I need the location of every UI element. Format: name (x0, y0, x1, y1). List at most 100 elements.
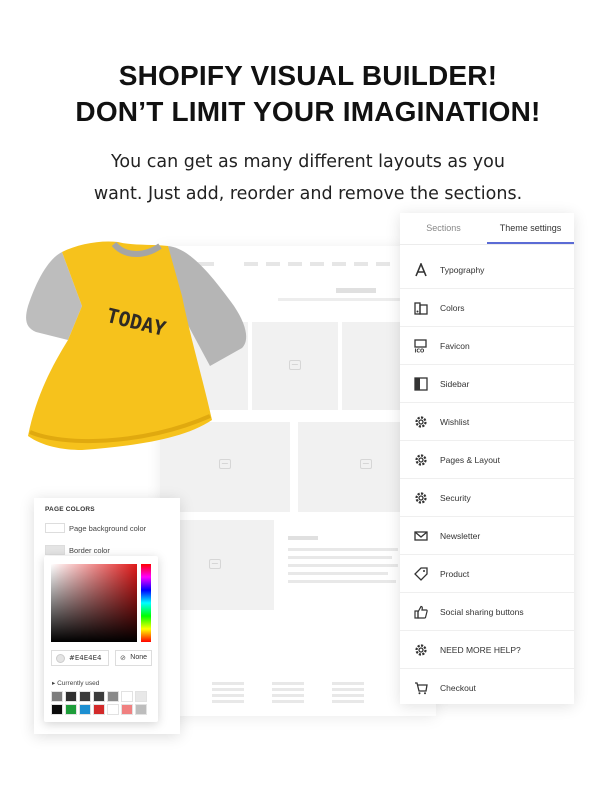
theme-settings-panel: Sections Theme settings Typography Color… (400, 213, 574, 704)
thumbs-up-icon (413, 604, 429, 620)
gear-icon (413, 452, 429, 468)
color-swatch[interactable] (135, 704, 147, 715)
color-swatch[interactable] (51, 691, 63, 702)
mock-nav-bar (288, 262, 302, 266)
mock-footer-line (212, 694, 244, 697)
currently-used-header[interactable]: ▸ Currently used (52, 679, 99, 687)
tag-icon (413, 566, 429, 582)
color-swatch[interactable] (93, 691, 105, 702)
mock-footer-line (212, 682, 244, 685)
settings-item-label: Product (440, 568, 470, 579)
colors-icon (413, 300, 429, 316)
mock-text-line (288, 580, 396, 583)
subheadline-line-1: You can get as many different layouts as… (111, 152, 505, 172)
color-swatch[interactable] (121, 704, 133, 715)
hex-input[interactable]: #E4E4E4 (51, 650, 109, 666)
tab-sections[interactable]: Sections (400, 213, 487, 244)
settings-item-label: Security (440, 492, 471, 503)
settings-item-need-more-help[interactable]: NEED MORE HELP? (400, 631, 574, 669)
subheadline-line-2: want. Just add, reorder and remove the s… (93, 184, 523, 204)
none-button[interactable]: ⊘ None (115, 650, 152, 666)
settings-item-security[interactable]: Security (400, 479, 574, 517)
mock-logo-bar (336, 288, 376, 293)
mock-footer-line (212, 688, 244, 691)
color-swatch[interactable] (65, 704, 77, 715)
mock-footer-line (332, 700, 364, 703)
color-swatch[interactable] (93, 704, 105, 715)
hue-slider[interactable] (141, 564, 151, 642)
mock-image-block (176, 520, 274, 610)
gear-icon (413, 414, 429, 430)
headline: SHOPIFY VISUAL BUILDER! DON’T LIMIT YOUR… (0, 58, 616, 130)
settings-item-colors[interactable]: Colors (400, 289, 574, 327)
mock-nav-bar (310, 262, 324, 266)
mock-footer-line (272, 688, 304, 691)
color-swatch[interactable] (79, 691, 91, 702)
mock-footer-line (332, 688, 364, 691)
mock-text-line (288, 572, 388, 575)
settings-item-newsletter[interactable]: Newsletter (400, 517, 574, 555)
mock-nav-bar (266, 262, 280, 266)
settings-item-label: Typography (440, 264, 485, 275)
color-swatch[interactable] (107, 691, 119, 702)
saturation-value-area[interactable] (51, 564, 137, 642)
image-placeholder-icon (360, 459, 372, 469)
caret-right-icon: ▸ (52, 680, 56, 687)
mock-footer-line (272, 700, 304, 703)
image-placeholder-icon (209, 559, 221, 569)
color-swatch[interactable] (65, 691, 77, 702)
hex-value: #E4E4E4 (69, 654, 102, 662)
settings-item-favicon[interactable]: ICO Favicon (400, 327, 574, 365)
subheadline: You can get as many different layouts as… (0, 146, 616, 210)
color-swatch[interactable] (107, 704, 119, 715)
mock-footer-line (332, 682, 364, 685)
settings-item-label: NEED MORE HELP? (440, 644, 521, 655)
sidebar-icon (413, 376, 429, 392)
color-swatch[interactable] (135, 691, 147, 702)
settings-item-label: Newsletter (440, 530, 481, 541)
settings-item-typography[interactable]: Typography (400, 251, 574, 289)
typography-icon (413, 262, 429, 278)
settings-item-label: Colors (440, 302, 465, 313)
tshirt-image: TODAY (26, 241, 247, 450)
gear-icon (413, 490, 429, 506)
mock-nav-bar (354, 262, 368, 266)
headline-line-1: SHOPIFY VISUAL BUILDER! (118, 60, 498, 91)
currently-used-label: Currently used (57, 680, 100, 687)
border-color-label: Border color (69, 546, 110, 555)
none-label: None (130, 654, 147, 661)
mock-footer-line (272, 682, 304, 685)
gear-icon (413, 642, 429, 658)
page-background-swatch[interactable] (45, 523, 65, 533)
mock-text-line (288, 564, 398, 567)
envelope-icon (413, 528, 429, 544)
settings-item-sidebar[interactable]: Sidebar (400, 365, 574, 403)
settings-tabs: Sections Theme settings (400, 213, 574, 245)
settings-item-checkout[interactable]: Checkout (400, 669, 574, 707)
mock-footer-line (212, 700, 244, 703)
tab-theme-settings[interactable]: Theme settings (487, 213, 574, 244)
settings-item-label: Sidebar (440, 378, 470, 389)
settings-item-pages-layout[interactable]: Pages & Layout (400, 441, 574, 479)
mock-text-line (288, 536, 318, 540)
page-colors-title: PAGE COLORS (45, 506, 95, 513)
color-swatch[interactable] (51, 704, 63, 715)
no-color-icon: ⊘ (120, 655, 126, 662)
settings-item-label: Pages & Layout (440, 454, 501, 465)
color-swatch[interactable] (121, 691, 133, 702)
mock-text-line (288, 556, 392, 559)
svg-text:ICO: ICO (415, 348, 425, 353)
settings-item-label: Social sharing buttons (440, 606, 524, 617)
mock-footer-line (332, 694, 364, 697)
mock-nav-bar (376, 262, 390, 266)
settings-item-product[interactable]: Product (400, 555, 574, 593)
color-picker: #E4E4E4 ⊘ None ▸ Currently used (44, 556, 158, 722)
mock-text-line (288, 548, 398, 551)
settings-item-social-sharing[interactable]: Social sharing buttons (400, 593, 574, 631)
color-swatch[interactable] (79, 704, 91, 715)
settings-item-label: Wishlist (440, 416, 470, 427)
settings-item-wishlist[interactable]: Wishlist (400, 403, 574, 441)
mock-nav-bar (332, 262, 346, 266)
border-color-swatch[interactable] (45, 545, 65, 555)
mock-footer-line (272, 694, 304, 697)
